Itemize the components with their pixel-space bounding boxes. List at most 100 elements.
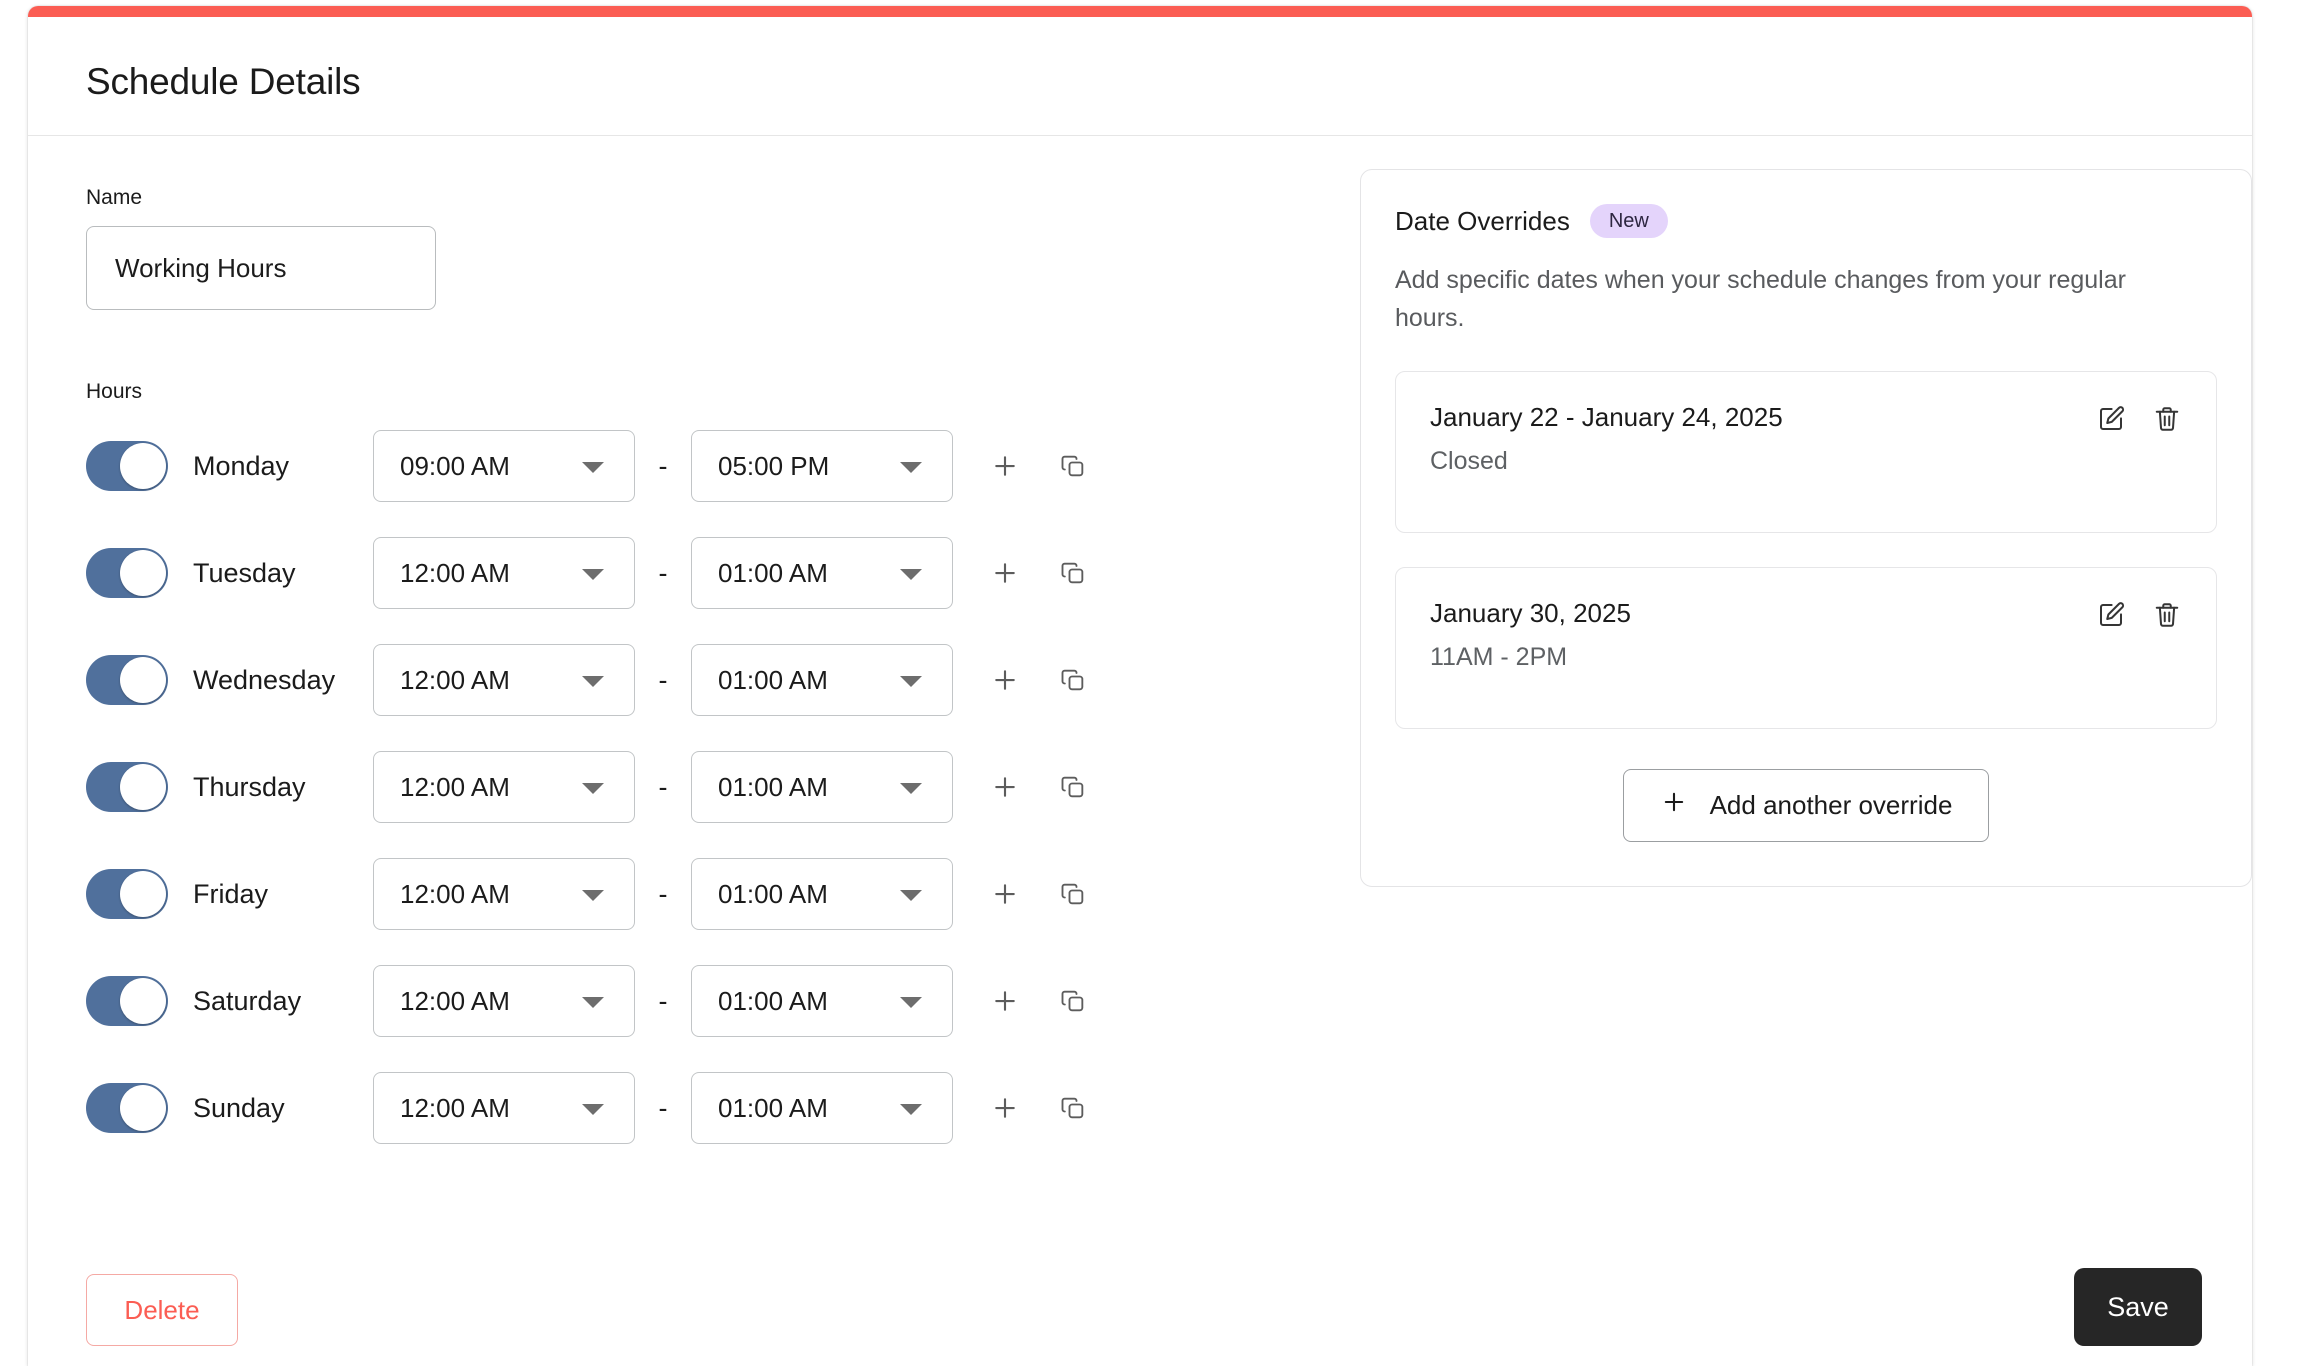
- start-time-select-monday[interactable]: 09:00 AM: [373, 430, 635, 502]
- day-toggle-sunday[interactable]: [86, 1083, 168, 1133]
- override-actions: [2096, 404, 2182, 439]
- range-separator: -: [658, 878, 668, 909]
- chevron-down-icon: [900, 1104, 922, 1115]
- hours-list: Monday 09:00 AM - 05:00 PM Tuesday 12:00…: [86, 430, 1326, 1144]
- end-time-select-monday[interactable]: 05:00 PM: [691, 430, 953, 502]
- range-separator: -: [658, 985, 668, 1016]
- day-row: Wednesday 12:00 AM - 01:00 AM: [86, 644, 1326, 716]
- plus-icon[interactable]: [977, 866, 1033, 922]
- end-time-select-thursday[interactable]: 01:00 AM: [691, 751, 953, 823]
- end-time-select-saturday[interactable]: 01:00 AM: [691, 965, 953, 1037]
- start-time-select-tuesday[interactable]: 12:00 AM: [373, 537, 635, 609]
- save-button[interactable]: Save: [2074, 1268, 2202, 1346]
- add-another-override-button[interactable]: Add another override: [1622, 769, 1990, 842]
- day-toggle-thursday[interactable]: [86, 762, 168, 812]
- start-time-value: 12:00 AM: [400, 985, 510, 1016]
- day-toggle-tuesday[interactable]: [86, 548, 168, 598]
- add-another-override-label: Add another override: [1709, 790, 1953, 820]
- start-time-select-wednesday[interactable]: 12:00 AM: [373, 644, 635, 716]
- trash-icon[interactable]: [2152, 404, 2182, 439]
- end-time-select-friday[interactable]: 01:00 AM: [691, 858, 953, 930]
- toggle-knob: [120, 550, 166, 596]
- date-overrides-description: Add specific dates when your schedule ch…: [1395, 266, 2126, 332]
- plus-icon[interactable]: [977, 1080, 1033, 1136]
- copy-icon[interactable]: [1045, 866, 1101, 922]
- range-separator: -: [658, 664, 668, 695]
- day-row: Thursday 12:00 AM - 01:00 AM: [86, 751, 1326, 823]
- schedule-name-input[interactable]: [86, 226, 436, 310]
- date-overrides-panel: Date Overrides New Add specific dates wh…: [1360, 169, 2252, 887]
- chevron-down-icon: [582, 890, 604, 901]
- copy-icon[interactable]: [1045, 1080, 1101, 1136]
- copy-icon[interactable]: [1045, 973, 1101, 1029]
- override-date: January 22 - January 24, 2025: [1430, 402, 1783, 432]
- plus-icon[interactable]: [977, 973, 1033, 1029]
- override-date: January 30, 2025: [1430, 598, 1631, 628]
- chevron-down-icon: [582, 1104, 604, 1115]
- toggle-knob: [120, 443, 166, 489]
- end-time-select-wednesday[interactable]: 01:00 AM: [691, 644, 953, 716]
- toggle-knob: [120, 871, 166, 917]
- chevron-down-icon: [582, 676, 604, 687]
- end-time-select-tuesday[interactable]: 01:00 AM: [691, 537, 953, 609]
- day-label: Sunday: [193, 1092, 285, 1123]
- chevron-down-icon: [900, 997, 922, 1008]
- end-time-value: 05:00 PM: [718, 450, 830, 481]
- copy-icon[interactable]: [1045, 438, 1101, 494]
- override-item: January 30, 2025 11AM - 2PM: [1395, 567, 2217, 729]
- plus-icon[interactable]: [977, 545, 1033, 601]
- chevron-down-icon: [582, 783, 604, 794]
- day-toggle-monday[interactable]: [86, 441, 168, 491]
- day-label: Wednesday: [193, 664, 336, 695]
- edit-icon[interactable]: [2096, 600, 2126, 635]
- start-time-value: 12:00 AM: [400, 878, 510, 909]
- end-time-value: 01:00 AM: [718, 878, 828, 909]
- copy-icon[interactable]: [1045, 759, 1101, 815]
- end-time-select-sunday[interactable]: 01:00 AM: [691, 1072, 953, 1144]
- day-label: Thursday: [193, 771, 306, 802]
- chevron-down-icon: [582, 462, 604, 473]
- end-time-value: 01:00 AM: [718, 557, 828, 588]
- trash-icon[interactable]: [2152, 600, 2182, 635]
- plus-icon[interactable]: [977, 759, 1033, 815]
- override-hours: 11AM - 2PM: [1430, 643, 1568, 671]
- copy-icon[interactable]: [1045, 652, 1101, 708]
- start-time-value: 12:00 AM: [400, 1092, 510, 1123]
- day-toggle-wednesday[interactable]: [86, 655, 168, 705]
- name-label: Name: [86, 186, 143, 209]
- range-separator: -: [658, 1092, 668, 1123]
- day-row: Tuesday 12:00 AM - 01:00 AM: [86, 537, 1326, 609]
- day-toggle-friday[interactable]: [86, 869, 168, 919]
- start-time-value: 12:00 AM: [400, 664, 510, 695]
- chevron-down-icon: [900, 569, 922, 580]
- status-badge: New: [1589, 204, 1668, 238]
- day-toggle-saturday[interactable]: [86, 976, 168, 1026]
- start-time-select-sunday[interactable]: 12:00 AM: [373, 1072, 635, 1144]
- start-time-value: 12:00 AM: [400, 771, 510, 802]
- edit-icon[interactable]: [2096, 404, 2126, 439]
- card-header: Schedule Details: [28, 17, 2252, 136]
- plus-icon[interactable]: [977, 438, 1033, 494]
- page-title: Schedule Details: [86, 61, 361, 102]
- day-label: Monday: [193, 450, 290, 481]
- day-row: Monday 09:00 AM - 05:00 PM: [86, 430, 1326, 502]
- end-time-value: 01:00 AM: [718, 985, 828, 1016]
- plus-icon: [1660, 788, 1688, 823]
- start-time-select-thursday[interactable]: 12:00 AM: [373, 751, 635, 823]
- plus-icon[interactable]: [977, 652, 1033, 708]
- card-body: Name Hours Monday 09:00 AM - 05:00 PM: [28, 137, 2252, 1366]
- start-time-select-friday[interactable]: 12:00 AM: [373, 858, 635, 930]
- range-separator: -: [658, 450, 668, 481]
- day-label: Tuesday: [193, 557, 296, 588]
- override-hours: Closed: [1430, 447, 1508, 475]
- start-time-value: 09:00 AM: [400, 450, 510, 481]
- day-row: Saturday 12:00 AM - 01:00 AM: [86, 965, 1326, 1037]
- delete-button[interactable]: Delete: [86, 1274, 238, 1346]
- footer-actions: Delete Save: [28, 1254, 2252, 1366]
- start-time-select-saturday[interactable]: 12:00 AM: [373, 965, 635, 1037]
- range-separator: -: [658, 771, 668, 802]
- toggle-knob: [120, 1085, 166, 1131]
- chevron-down-icon: [900, 890, 922, 901]
- copy-icon[interactable]: [1045, 545, 1101, 601]
- start-time-value: 12:00 AM: [400, 557, 510, 588]
